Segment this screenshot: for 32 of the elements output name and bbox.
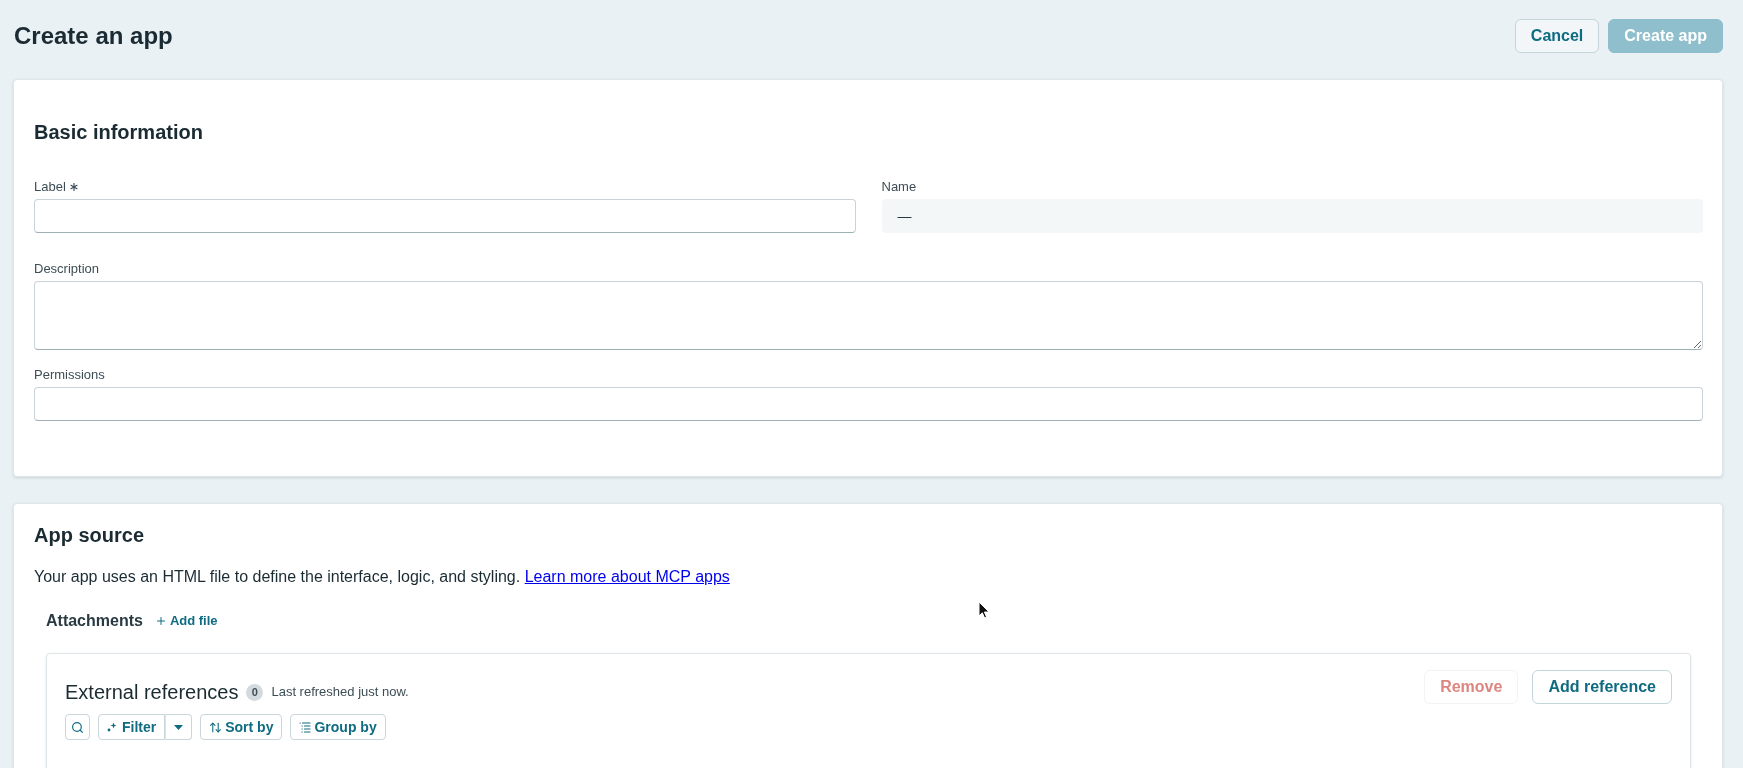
add-file-button[interactable]: Add file bbox=[154, 611, 218, 631]
page-title: Create an app bbox=[13, 20, 173, 51]
read-only-field: — bbox=[881, 199, 1703, 233]
refresh-status: Last refreshed just now. bbox=[271, 683, 409, 702]
sparkle-icon bbox=[107, 722, 117, 732]
caret-icon bbox=[174, 724, 184, 730]
filter-menu-button[interactable] bbox=[165, 714, 193, 740]
add-reference-button[interactable]: Add reference bbox=[1532, 670, 1672, 704]
sort-icon bbox=[209, 720, 223, 734]
field-label: Name bbox=[881, 178, 917, 196]
references-title: External references bbox=[65, 680, 239, 705]
textarea-field[interactable] bbox=[34, 281, 1703, 350]
section-title: App source bbox=[34, 523, 146, 548]
attachments-label: Attachments bbox=[46, 611, 143, 631]
learn-more-link[interactable]: Learn more about MCP apps bbox=[524, 568, 730, 585]
filter-button[interactable]: Filter bbox=[98, 714, 166, 740]
text-input[interactable] bbox=[34, 387, 1703, 421]
intro-text: Your app uses an HTML file to define the interface, logic, and styling. Learn more about MCP apps bbox=[34, 567, 731, 587]
field-label: Description bbox=[34, 260, 100, 278]
sort-button[interactable]: Sort by bbox=[200, 714, 283, 740]
search-button[interactable] bbox=[65, 714, 90, 740]
text-input[interactable] bbox=[34, 199, 856, 233]
section-title: Basic information bbox=[34, 120, 204, 145]
field-label: Label bbox=[34, 178, 66, 196]
field-label: Permissions bbox=[34, 366, 105, 384]
count-badge: 0 bbox=[246, 683, 264, 701]
cursor-icon bbox=[978, 601, 990, 619]
list-icon bbox=[299, 721, 312, 733]
search-icon bbox=[71, 720, 84, 734]
cancel-button[interactable]: Cancel bbox=[1514, 19, 1600, 53]
group-button[interactable]: Group by bbox=[290, 714, 386, 740]
plus-icon bbox=[154, 615, 167, 627]
